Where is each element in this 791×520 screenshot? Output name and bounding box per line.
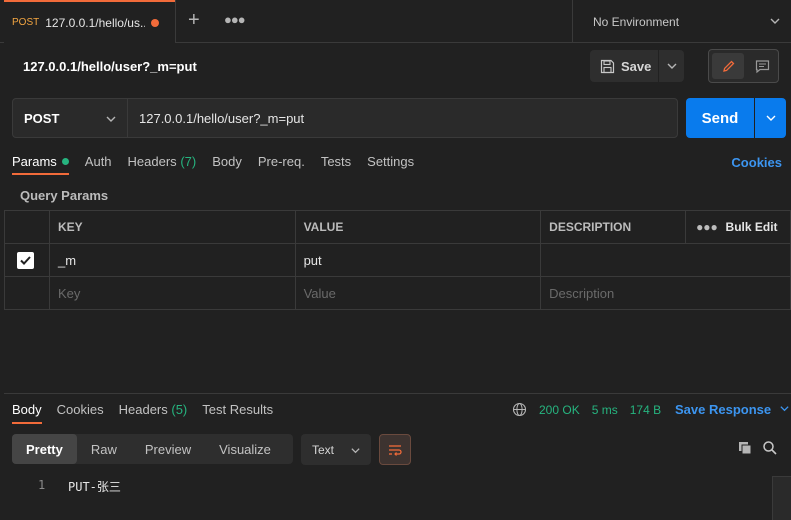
- send-button[interactable]: Send: [686, 98, 754, 138]
- tab-prereq[interactable]: Pre-req.: [258, 154, 305, 174]
- globe-icon[interactable]: [512, 402, 527, 417]
- method-value: POST: [24, 110, 60, 126]
- tab-params[interactable]: Params: [12, 154, 69, 175]
- column-header-description: DESCRIPTION: [540, 210, 687, 244]
- param-value[interactable]: put: [294, 243, 542, 277]
- line-number: 1: [38, 478, 46, 492]
- view-visualize[interactable]: Visualize: [205, 434, 285, 464]
- wrap-lines-button[interactable]: [379, 434, 411, 465]
- response-code-line: 1 PUT-张三: [0, 478, 780, 496]
- url-input[interactable]: [127, 98, 678, 138]
- save-response-label: Save Response: [675, 402, 772, 417]
- format-select[interactable]: Text: [301, 434, 371, 465]
- response-body-text[interactable]: PUT-张三: [68, 478, 121, 495]
- value-placeholder[interactable]: Value: [294, 276, 542, 310]
- column-header-value: VALUE: [294, 210, 542, 244]
- column-header-key: KEY: [48, 210, 296, 244]
- tab-body[interactable]: Body: [212, 154, 242, 174]
- checkmark-icon: [20, 255, 31, 265]
- view-pretty[interactable]: Pretty: [12, 434, 77, 464]
- bulk-edit-button[interactable]: Bulk Edit: [723, 210, 791, 244]
- response-meta: 200 OK 5 ms 174 B: [512, 402, 673, 417]
- response-size[interactable]: 174 B: [630, 403, 661, 417]
- params-active-dot-icon: [61, 158, 69, 165]
- format-value: Text: [312, 442, 335, 457]
- pencil-icon: [722, 60, 734, 72]
- description-placeholder[interactable]: Description: [540, 276, 791, 310]
- save-label: Save: [621, 58, 652, 74]
- headers-count: (7): [180, 154, 197, 169]
- request-tab[interactable]: POST 127.0.0.1/hello/us...: [4, 0, 175, 43]
- request-title: 127.0.0.1/hello/user?_m=put: [23, 59, 197, 74]
- response-headers-count: (5): [171, 402, 188, 417]
- view-preview[interactable]: Preview: [131, 434, 205, 464]
- tab-more-icon[interactable]: ●●●: [224, 12, 246, 27]
- tab-headers-label: Headers: [127, 154, 177, 169]
- response-time[interactable]: 5 ms: [592, 403, 618, 417]
- copy-icon[interactable]: [737, 440, 753, 456]
- response-tab-headers[interactable]: Headers (5): [119, 402, 188, 417]
- tab-tests[interactable]: Tests: [321, 154, 351, 174]
- tab-auth[interactable]: Auth: [85, 154, 112, 174]
- column-options-more-icon[interactable]: ●●●: [685, 210, 724, 244]
- response-headers-label: Headers: [118, 402, 168, 417]
- table-row-empty: Key Value Description: [4, 276, 791, 310]
- response-tab-cookies[interactable]: Cookies: [57, 402, 104, 417]
- chevron-down-icon: [106, 116, 116, 122]
- params-header-row: KEY VALUE DESCRIPTION ●●● Bulk Edit: [4, 210, 791, 244]
- tab-method: POST: [12, 17, 40, 28]
- row-checkbox[interactable]: [17, 251, 34, 269]
- chevron-down-icon: [770, 18, 780, 24]
- save-response-button[interactable]: Save Response: [675, 402, 790, 417]
- row-checkbox-cell: [4, 243, 50, 277]
- new-tab-plus-icon[interactable]: +: [188, 10, 200, 30]
- wrap-lines-icon: [389, 444, 402, 456]
- environment-label: No Environment: [593, 14, 680, 29]
- comment-icon: [755, 59, 769, 73]
- param-description[interactable]: [540, 243, 791, 277]
- chevron-down-icon: [766, 115, 775, 121]
- chevron-down-icon: [667, 63, 676, 69]
- response-tab-body[interactable]: Body: [12, 402, 42, 424]
- response-tabs: Body Cookies Headers (5) Test Results: [12, 402, 288, 424]
- edit-mode-button[interactable]: [712, 53, 744, 79]
- header-checkbox-cell: [4, 210, 50, 244]
- query-params-title: Query Params: [20, 188, 109, 203]
- search-icon[interactable]: [762, 440, 778, 456]
- method-select[interactable]: POST: [12, 98, 128, 138]
- save-disk-icon: [600, 59, 615, 73]
- save-options-button[interactable]: [659, 50, 684, 82]
- params-table: KEY VALUE DESCRIPTION ●●● Bulk Edit _m p…: [4, 210, 791, 310]
- unsaved-dot-icon: [151, 19, 159, 27]
- response-tab-test-results[interactable]: Test Results: [202, 402, 273, 417]
- response-scrollbar[interactable]: [772, 476, 791, 520]
- tab-settings[interactable]: Settings: [367, 154, 414, 174]
- environment-selector[interactable]: No Environment: [572, 0, 791, 43]
- chevron-down-icon: [351, 448, 360, 454]
- tab-params-label: Params: [12, 154, 57, 169]
- key-placeholder[interactable]: Key: [48, 276, 296, 310]
- tab-divider: [175, 0, 176, 43]
- tab-headers[interactable]: Headers (7): [128, 154, 197, 174]
- response-view-tabs: Pretty Raw Preview Visualize: [12, 434, 293, 464]
- tab-bar: POST 127.0.0.1/hello/us... + ●●● No Envi…: [0, 0, 791, 43]
- response-divider[interactable]: [4, 393, 791, 394]
- cookies-link[interactable]: Cookies: [731, 155, 782, 170]
- view-raw[interactable]: Raw: [77, 434, 131, 464]
- comments-button[interactable]: [747, 53, 777, 79]
- table-row: _m put: [4, 243, 791, 277]
- request-tabs: Params Auth Headers (7) Body Pre-req. Te…: [12, 154, 430, 175]
- save-button[interactable]: Save: [590, 50, 658, 82]
- param-key[interactable]: _m: [48, 243, 296, 277]
- empty-checkbox-cell: [4, 276, 50, 310]
- send-options-button[interactable]: [755, 98, 786, 138]
- tab-title: 127.0.0.1/hello/us...: [45, 15, 146, 30]
- chevron-down-icon: [780, 406, 789, 412]
- view-mode-toggle: [708, 49, 779, 83]
- status-code[interactable]: 200 OK: [539, 403, 580, 417]
